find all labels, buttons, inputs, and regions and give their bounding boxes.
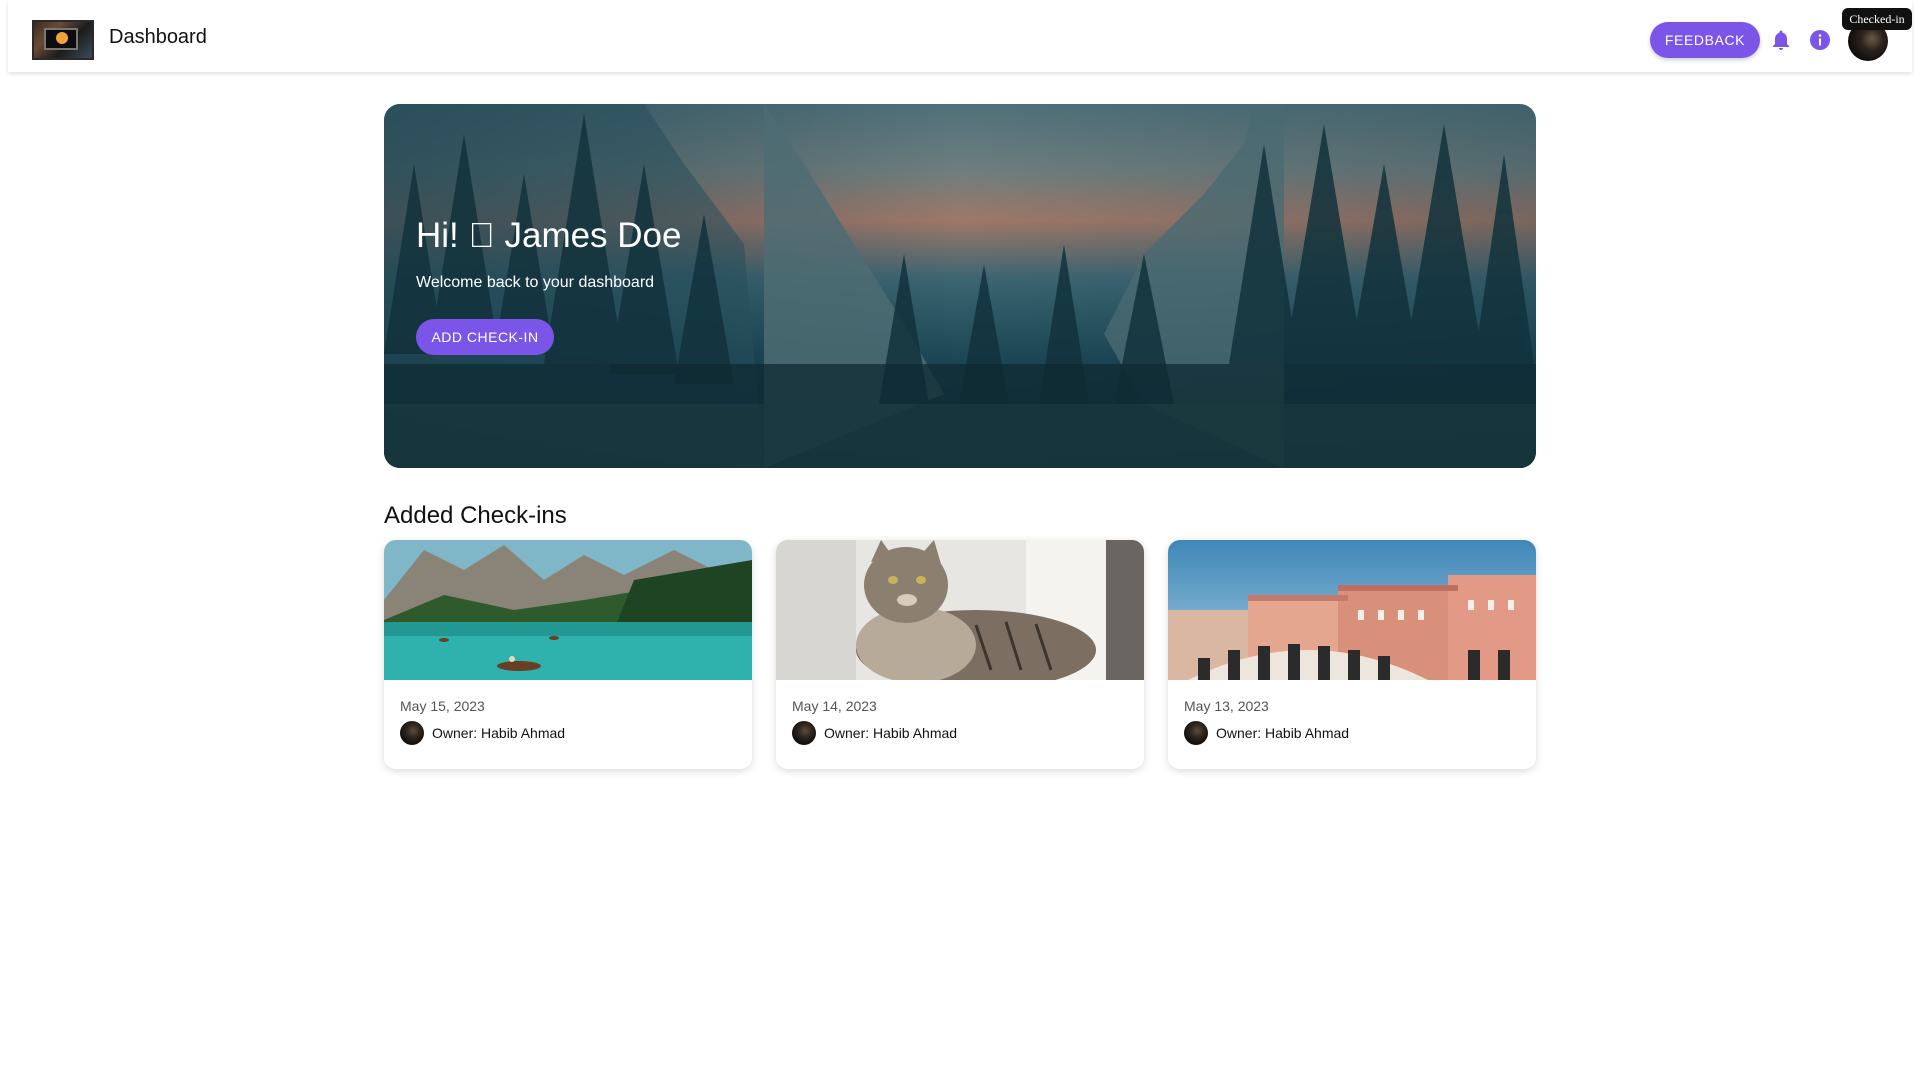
- feedback-button[interactable]: FEEDBACK: [1650, 22, 1760, 58]
- hero-subtitle: Welcome back to your dashboard: [416, 274, 655, 291]
- hero-greeting: Hi!   James Doe: [416, 216, 682, 255]
- add-check-in-button[interactable]: ADD CHECK-IN: [416, 319, 554, 355]
- tabby-cat-image: [776, 540, 1144, 680]
- checkin-card[interactable]: May 14, 2023 Owner: Habib Ahmad: [776, 540, 1144, 769]
- owner-name: Owner: Habib Ahmad: [824, 725, 958, 741]
- hero-banner: Hi!   James Doe Welcome back to your das…: [384, 104, 1536, 468]
- section-title: Added Check-ins: [384, 502, 567, 529]
- checkin-card[interactable]: May 13, 2023 Owner: Habib Ahmad: [1168, 540, 1536, 769]
- bell-icon[interactable]: [1769, 28, 1793, 52]
- page-title: Dashboard: [109, 26, 207, 48]
- app-logo[interactable]: [32, 20, 94, 60]
- owner-avatar: [1184, 721, 1208, 745]
- info-icon[interactable]: [1808, 28, 1832, 52]
- checked-in-tooltip: Checked-in: [1842, 8, 1912, 30]
- top-bar: Dashboard FEEDBACK: [8, 0, 1912, 72]
- venice-bridge-image: [1168, 540, 1536, 680]
- owner-name: Owner: Habib Ahmad: [1216, 725, 1350, 741]
- owner-row: Owner: Habib Ahmad: [400, 721, 565, 745]
- owner-avatar: [400, 721, 424, 745]
- lake-mountains-image: [384, 540, 752, 680]
- owner-row: Owner: Habib Ahmad: [1184, 721, 1349, 745]
- owner-avatar: [792, 721, 816, 745]
- checkin-card[interactable]: May 15, 2023 Owner: Habib Ahmad: [384, 540, 752, 769]
- logo-mascot: [56, 32, 68, 44]
- checkin-date: May 15, 2023: [400, 698, 485, 714]
- owner-name: Owner: Habib Ahmad: [432, 725, 566, 741]
- checkin-date: May 13, 2023: [1184, 698, 1269, 714]
- owner-row: Owner: Habib Ahmad: [792, 721, 957, 745]
- checkin-date: May 14, 2023: [792, 698, 877, 714]
